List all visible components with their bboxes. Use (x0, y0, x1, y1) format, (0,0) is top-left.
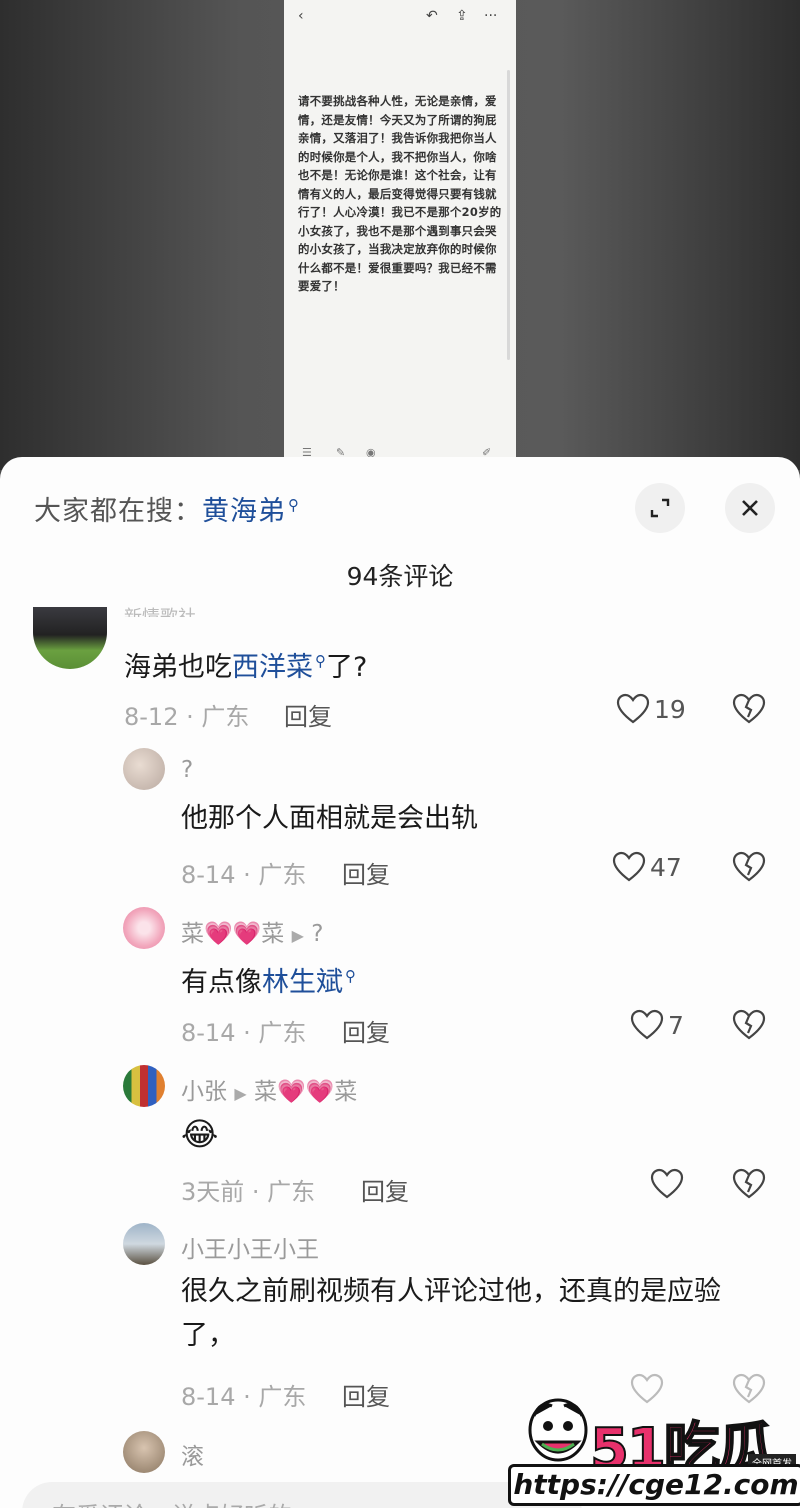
heart-icon (612, 851, 646, 882)
note-text: 请不要挑战各种人性，无论是亲情，爱情，还是友情！今天又为了所谓的狗屁亲情，又落泪… (298, 94, 502, 293)
like-count: 19 (654, 694, 686, 724)
comment-date: 8-12 (124, 703, 179, 731)
comment-meta: 8-14 · 广东 (181, 861, 307, 889)
like-button[interactable]: 7 (630, 1009, 684, 1041)
note-screenshot: ‹ ↶ ⇪ ··· 请不要挑战各种人性，无论是亲情，爱情，还是友情！今天又为了所… (284, 0, 516, 470)
comment-region: 广东 (258, 861, 307, 889)
broken-heart-icon (732, 693, 766, 724)
reply-to-username[interactable]: ? (311, 921, 323, 947)
reply-to-username[interactable]: 菜 (334, 1079, 357, 1105)
search-icon: ⚲ (288, 496, 300, 514)
comment-region: 广东 (201, 703, 250, 731)
comment-date: 8-14 (181, 1383, 236, 1411)
avatar[interactable] (123, 748, 165, 790)
comment-meta: 8-14 · 广东 (181, 1383, 307, 1411)
comment-region: 广东 (258, 1019, 307, 1047)
comment-username[interactable]: 小张 ▶ 菜💗💗菜 (181, 1072, 357, 1106)
comment-username[interactable]: 新情歌社 (124, 603, 196, 617)
comment-keyword[interactable]: 林生斌 (262, 967, 343, 998)
note-scrollbar (507, 70, 510, 360)
comment-date: 8-14 (181, 1019, 236, 1047)
watermark: 51吃瓜 全网首发 https://cge12.com (508, 1392, 800, 1508)
input-placeholder: 有爱评论，说点好听的 (52, 1496, 292, 1508)
comment-meta: 8-12 · 广东 (124, 703, 250, 731)
username-part: 菜 (181, 921, 204, 947)
expand-button[interactable] (635, 483, 685, 533)
comment-text: 海弟也吃西洋菜 ⚲了? (124, 639, 367, 690)
comment-region: 广东 (267, 1178, 316, 1206)
dislike-button[interactable] (732, 1168, 766, 1204)
mascot-logo (526, 1396, 590, 1466)
like-button[interactable]: 47 (612, 851, 682, 883)
comment-date: 3天前 (181, 1178, 245, 1206)
reply-button[interactable]: 回复 (361, 1172, 409, 1207)
search-keyword[interactable]: 黄海弟 (202, 496, 286, 527)
search-suggestion[interactable]: 大家都在搜：黄海弟 ⚲ (34, 489, 300, 528)
comment-username[interactable]: 菜💗💗菜 ▶ ? (181, 914, 323, 948)
comment-meta: 8-14 · 广东 (181, 1019, 307, 1047)
comment-meta: 3天前 · 广东 (181, 1178, 316, 1206)
comment-date: 8-14 (181, 861, 236, 889)
like-button[interactable]: 19 (616, 693, 686, 725)
reply-arrow-icon: ▶ (291, 926, 304, 945)
comment-text-part: 海弟也吃 (124, 652, 232, 683)
undo-icon: ↶ (426, 8, 438, 24)
comment-count: 94条评论 (346, 562, 454, 591)
search-icon: ⚲ (345, 967, 356, 985)
reply-arrow-icon: ▶ (234, 1084, 247, 1103)
note-topbar: ‹ ↶ ⇪ ··· (284, 0, 516, 38)
heart-icon (630, 1009, 664, 1040)
comment-text: 有点像林生斌 ⚲ (181, 954, 356, 1005)
comment-username[interactable]: 小王小王小王 (181, 1230, 319, 1264)
broken-heart-icon (732, 1009, 766, 1040)
dislike-button[interactable] (732, 1009, 766, 1045)
heart-icon (616, 693, 650, 724)
close-icon (742, 500, 758, 516)
comment-username[interactable]: ? (181, 757, 193, 783)
comment-input[interactable]: 有爱评论，说点好听的 (22, 1482, 582, 1508)
broken-heart-icon (732, 1168, 766, 1199)
avatar[interactable] (33, 607, 107, 669)
comment-region: 广东 (258, 1383, 307, 1411)
avatar[interactable] (123, 1223, 165, 1265)
like-button[interactable] (650, 1168, 688, 1200)
share-icon: ⇪ (456, 8, 468, 24)
dislike-button[interactable] (732, 851, 766, 887)
watermark-url: https://cge12.com (508, 1464, 800, 1506)
comment-emoji: 😂 (181, 1115, 219, 1153)
comment-text: 他那个人面相就是会出轨 (181, 803, 478, 834)
heart-icon (650, 1168, 684, 1199)
reply-button[interactable]: 回复 (342, 1377, 390, 1412)
close-button[interactable] (725, 483, 775, 533)
comment-sheet: 大家都在搜：黄海弟⚲ 94条评论 新情歌社 海弟也吃西洋菜⚲了? 8-12 · … (0, 457, 800, 1508)
heart-emoji-icon: 💗 (204, 921, 233, 947)
comment-username[interactable]: 滚 (181, 1437, 204, 1471)
heart-emoji-icon: 💗 (232, 921, 262, 947)
avatar[interactable] (123, 1431, 165, 1473)
dislike-button[interactable] (732, 693, 766, 729)
video-area[interactable]: ‹ ↶ ⇪ ··· 请不要挑战各种人性，无论是亲情，爱情，还是友情！今天又为了所… (0, 0, 800, 470)
broken-heart-icon (732, 851, 766, 882)
heart-emoji-icon: 💗 (305, 1079, 335, 1105)
reply-button[interactable]: 回复 (342, 855, 390, 890)
username-part: 小张 (181, 1079, 227, 1105)
comment-text-part: 了? (326, 652, 368, 683)
comment-keyword[interactable]: 西洋菜 (232, 652, 313, 683)
reply-to-username[interactable]: 菜 (254, 1079, 277, 1105)
search-icon: ⚲ (315, 652, 326, 670)
avatar[interactable] (123, 907, 165, 949)
reply-button[interactable]: 回复 (342, 1013, 390, 1048)
search-prefix: 大家都在搜： (34, 496, 202, 527)
heart-emoji-icon: 💗 (276, 1079, 306, 1105)
like-count: 47 (650, 852, 682, 882)
comment-text: 很久之前刷视频有人评论过他，还真的是应验了， (181, 1276, 721, 1351)
reply-button[interactable]: 回复 (284, 697, 332, 732)
back-icon: ‹ (298, 8, 304, 24)
avatar[interactable] (123, 1065, 165, 1107)
username-part: 菜 (261, 921, 285, 947)
expand-icon (650, 498, 670, 518)
more-icon: ··· (484, 8, 498, 24)
like-count: 7 (668, 1010, 684, 1040)
comment-text-part: 有点像 (181, 967, 262, 998)
